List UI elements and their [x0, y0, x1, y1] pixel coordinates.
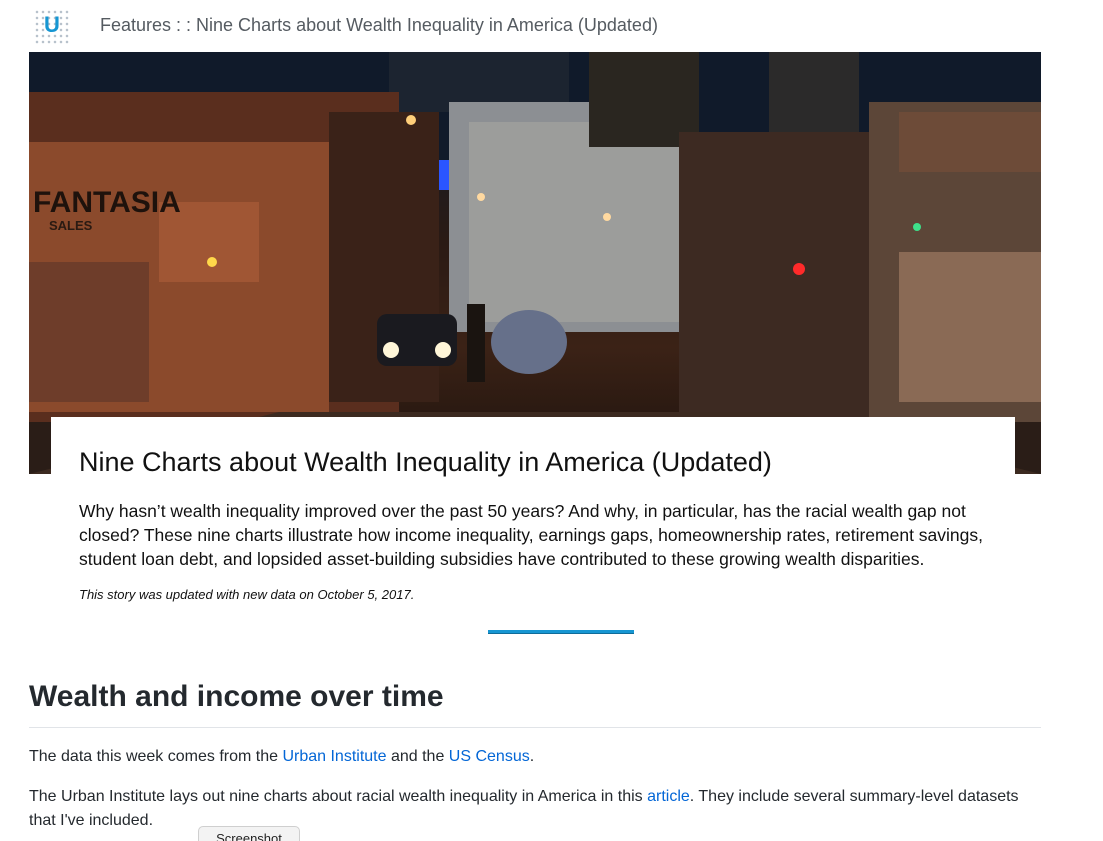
header-bar: U Features : : Nine Charts about Wealth … [0, 0, 1103, 52]
article-summary: Why hasn’t wealth inequality improved ov… [79, 501, 983, 569]
update-note: This story was updated with new data on … [79, 587, 415, 602]
article-intro-card: Nine Charts about Wealth Inequality in A… [51, 417, 1015, 617]
p2-text-start: The Urban Institute lays out nine charts… [29, 788, 648, 805]
page: U Features : : Nine Charts about Wealth … [0, 0, 1103, 841]
data-source-paragraph: The data this week comes from the Urban … [29, 745, 1041, 769]
p1-text-end: . [529, 748, 535, 765]
urban-institute-logo[interactable]: U [34, 9, 70, 45]
page-header-title: Features : : Nine Charts about Wealth In… [100, 15, 658, 35]
article-title: Nine Charts about Wealth Inequality in A… [79, 447, 772, 477]
urban-institute-link[interactable]: Urban Institute [282, 748, 386, 765]
p1-text-mid: and the [386, 748, 449, 765]
heading-rule [29, 727, 1041, 728]
logo-letter: U [44, 12, 60, 37]
fantasia-sign: FANTASIA [33, 186, 181, 219]
street-night-scene: FANTASIA SALES [29, 52, 1041, 474]
us-census-link[interactable]: US Census [449, 748, 530, 765]
accent-divider [488, 630, 634, 634]
article-description-paragraph: The Urban Institute lays out nine charts… [29, 785, 1041, 833]
section-heading: Wealth and income over time [29, 680, 444, 713]
sales-sign: SALES [49, 218, 93, 233]
hero-photo: FANTASIA SALES [29, 52, 1041, 474]
p1-text-start: The data this week comes from the [29, 748, 283, 765]
article-link[interactable]: article [647, 788, 690, 805]
screenshot-button[interactable]: Screenshot [198, 826, 300, 841]
